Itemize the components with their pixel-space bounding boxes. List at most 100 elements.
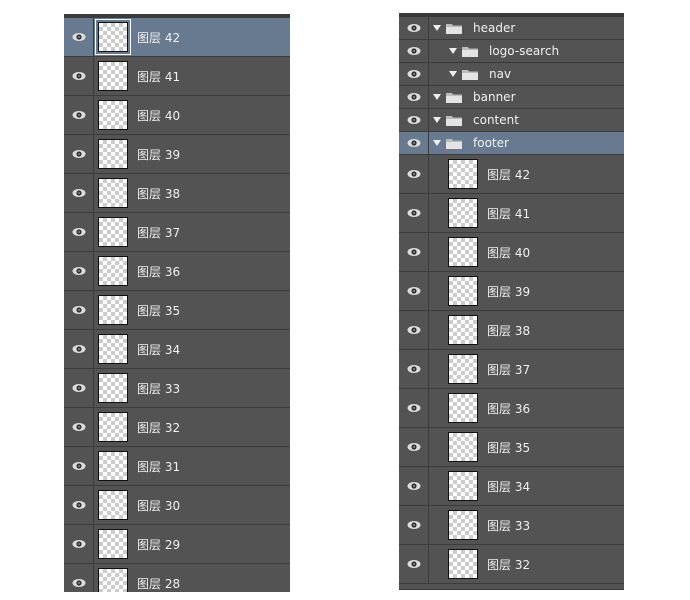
layer-thumbnail [98,295,128,325]
layer-name: 图层 37 [137,225,181,240]
layer-row[interactable]: 图层 32 [399,545,624,584]
layer-name: 图层 28 [137,576,181,591]
visibility-eye-icon[interactable] [399,311,429,349]
expand-triangle-icon[interactable] [433,94,441,100]
layer-thumbnail [98,61,128,91]
layer-name: 图层 35 [137,303,181,318]
layer-name: 图层 41 [487,206,531,221]
layers-panel-right: header logo-search nav banner content footer 图… [399,13,624,590]
visibility-eye-icon[interactable] [399,63,429,85]
layer-row[interactable]: 图层 40 [399,233,624,272]
visibility-eye-icon[interactable] [399,17,429,39]
layer-thumbnail [98,256,128,286]
visibility-eye-icon[interactable] [64,369,94,407]
visibility-eye-icon[interactable] [64,174,94,212]
layer-row[interactable]: 图层 37 [399,350,624,389]
layer-row[interactable]: 图层 31 [64,447,290,486]
group-name: nav [489,67,512,81]
layer-thumbnail [98,568,128,592]
expand-triangle-icon[interactable] [433,140,441,146]
layer-group-logo-search[interactable]: logo-search [399,40,624,63]
layer-row[interactable]: 图层 33 [64,369,290,408]
layer-thumbnail [98,373,128,403]
layer-row[interactable]: 图层 38 [399,311,624,350]
layer-row[interactable]: 图层 41 [64,57,290,96]
visibility-eye-icon[interactable] [64,96,94,134]
visibility-eye-icon[interactable] [64,564,94,592]
layer-row[interactable]: 图层 32 [64,408,290,447]
visibility-eye-icon[interactable] [64,330,94,368]
layer-thumbnail [448,237,478,267]
layer-row[interactable]: 图层 29 [64,525,290,564]
visibility-eye-icon[interactable] [64,525,94,563]
visibility-eye-icon[interactable] [399,428,429,466]
visibility-eye-icon[interactable] [64,447,94,485]
visibility-eye-icon[interactable] [399,233,429,271]
layer-thumbnail [448,432,478,462]
layer-group-nav[interactable]: nav [399,63,624,86]
visibility-eye-icon[interactable] [64,57,94,95]
layer-row[interactable]: 图层 34 [64,330,290,369]
layer-row[interactable]: 图层 30 [64,486,290,525]
visibility-eye-icon[interactable] [399,389,429,427]
visibility-eye-icon[interactable] [399,155,429,193]
layer-row[interactable]: 图层 28 [64,564,290,592]
folder-icon [462,69,478,80]
expand-triangle-icon[interactable] [449,71,457,77]
visibility-eye-icon[interactable] [399,506,429,544]
folder-icon [462,46,478,57]
layer-row[interactable]: 图层 36 [399,389,624,428]
visibility-eye-icon[interactable] [399,272,429,310]
layer-name: 图层 30 [137,498,181,513]
layer-row[interactable]: 图层 37 [64,213,290,252]
layer-name: 图层 40 [487,245,531,260]
layer-group-footer[interactable]: footer [399,132,624,155]
layer-row[interactable]: 图层 33 [399,506,624,545]
layer-row[interactable]: 图层 42 [399,155,624,194]
visibility-eye-icon[interactable] [64,135,94,173]
visibility-eye-icon[interactable] [64,252,94,290]
visibility-eye-icon[interactable] [399,109,429,131]
layer-row[interactable]: 图层 39 [64,135,290,174]
layer-thumbnail [98,334,128,364]
visibility-eye-icon[interactable] [64,18,94,56]
layer-name: 图层 39 [487,284,531,299]
layer-group-banner[interactable]: banner [399,86,624,109]
layer-name: 图层 38 [137,186,181,201]
visibility-eye-icon[interactable] [64,213,94,251]
layer-thumbnail [98,490,128,520]
layer-thumbnail [98,451,128,481]
layer-thumbnail [448,393,478,423]
layer-thumbnail [448,159,478,189]
visibility-eye-icon[interactable] [64,291,94,329]
layer-row[interactable]: 图层 39 [399,272,624,311]
visibility-eye-icon[interactable] [64,486,94,524]
visibility-eye-icon[interactable] [399,350,429,388]
visibility-eye-icon[interactable] [399,194,429,232]
layer-row[interactable]: 图层 34 [399,467,624,506]
layer-row[interactable]: 图层 36 [64,252,290,291]
expand-triangle-icon[interactable] [449,48,457,54]
expand-triangle-icon[interactable] [433,25,441,31]
visibility-eye-icon[interactable] [399,467,429,505]
layer-row[interactable]: 图层 35 [399,428,624,467]
layer-row[interactable]: 图层 41 [399,194,624,233]
layer-name: 图层 33 [487,518,531,533]
visibility-eye-icon[interactable] [64,408,94,446]
layer-row[interactable]: 图层 38 [64,174,290,213]
layer-thumbnail [98,217,128,247]
expand-triangle-icon[interactable] [433,117,441,123]
layer-thumbnail [98,529,128,559]
layer-name: 图层 39 [137,147,181,162]
layer-row[interactable]: 图层 40 [64,96,290,135]
layer-group-header[interactable]: header [399,17,624,40]
visibility-eye-icon[interactable] [399,545,429,583]
layer-group-content[interactable]: content [399,109,624,132]
visibility-eye-icon[interactable] [399,40,429,62]
layer-thumbnail [98,139,128,169]
layer-row[interactable]: 图层 35 [64,291,290,330]
group-name: content [473,113,519,127]
visibility-eye-icon[interactable] [399,86,429,108]
layer-row[interactable]: 图层 42 [64,18,290,57]
visibility-eye-icon[interactable] [399,132,429,154]
